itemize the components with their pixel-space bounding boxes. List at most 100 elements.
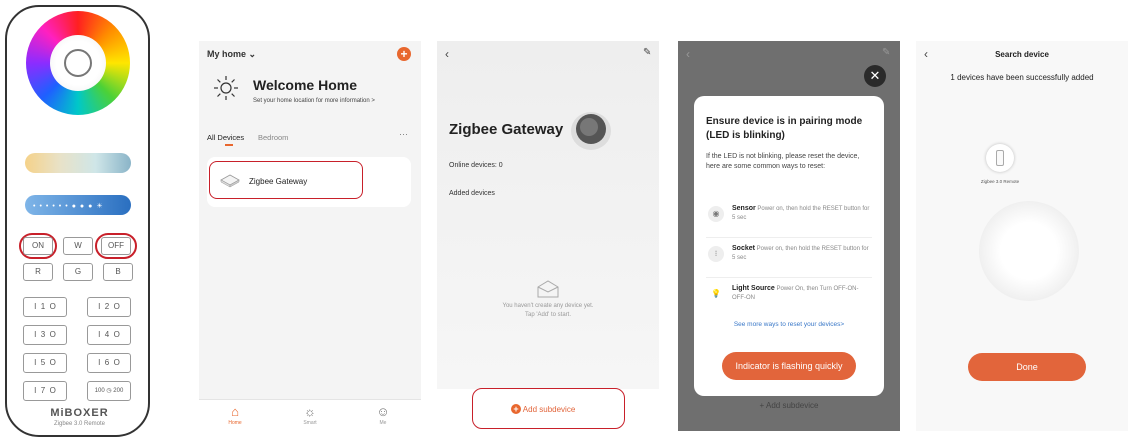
empty-message-line2: Tap 'Add' to start. [525, 312, 571, 318]
model-label: Zigbee 3.0 Remote [53, 421, 106, 427]
wheel-center-ring[interactable] [64, 49, 92, 77]
light-name: Light Source [732, 285, 775, 292]
socket-text: Socket Power on, then hold the RESET but… [732, 244, 872, 263]
sensor-text: Sensor Power on, then hold the RESET but… [732, 204, 872, 223]
online-devices: Online devices: 0 [449, 162, 503, 169]
remote-icon [996, 150, 1004, 166]
tab-smart[interactable]: ☼ Smart [290, 404, 330, 426]
zone-label: 2 [104, 302, 110, 311]
socket-icon: ⁝ [708, 246, 724, 262]
wheel-center [50, 35, 106, 91]
green-button[interactable]: G [63, 263, 93, 281]
zone-4-button[interactable]: I 4 O [87, 325, 131, 345]
preset-100: 100 [94, 388, 105, 394]
home-selector-label: My home [207, 49, 247, 59]
search-status: 1 devices have been successfully added [950, 73, 1094, 82]
tab-active-indicator [225, 144, 233, 146]
bulb-icon: 💡 [708, 286, 724, 302]
search-radar [979, 201, 1079, 301]
screen-search-device: ‹ Search device 1 devices have been succ… [916, 41, 1128, 431]
zone-3-button[interactable]: I 3 O [23, 325, 67, 345]
brightness-bar[interactable]: ••••••●●●☀ [25, 195, 131, 215]
bottom-tab-bar: ⌂ Home ☼ Smart ☺ Me [199, 399, 421, 431]
welcome-title: Welcome Home [253, 77, 357, 93]
more-icon[interactable]: ··· [399, 129, 408, 139]
zone-label: 3 [40, 330, 46, 339]
brightness-preset-button[interactable]: 100 ◷ 200 [87, 381, 131, 401]
chevron-down-icon: ⌄ [248, 49, 257, 59]
pairing-modal: Ensure device is in pairing mode (LED is… [694, 96, 884, 396]
more-reset-ways-link[interactable]: See more ways to reset your devices> [694, 321, 884, 328]
off-button[interactable]: OFF [101, 237, 131, 255]
add-subdevice-label: Add subdevice [522, 405, 576, 414]
tab-all-devices[interactable]: All Devices [207, 133, 244, 142]
home-icon: ⌂ [231, 404, 239, 419]
red-button[interactable]: R [23, 263, 53, 281]
sun-icon: ☼ [304, 404, 316, 419]
screen-gateway: ‹ ✎ Zigbee Gateway Online devices: 0 Add… [437, 41, 659, 431]
reset-item-socket: ⁝ Socket Power on, then hold the RESET b… [706, 238, 872, 278]
reset-item-light: 💡 Light Source Power On, then Turn OFF-O… [706, 278, 872, 318]
indicator-flashing-button[interactable]: Indicator is flashing quickly [722, 352, 856, 380]
device-card[interactable]: Zigbee Gateway [207, 157, 411, 207]
zone-6-button[interactable]: I 6 O [87, 353, 131, 373]
tab-bedroom[interactable]: Bedroom [258, 133, 288, 142]
gateway-icon [220, 174, 240, 188]
edit-icon[interactable]: ✎ [643, 47, 651, 58]
zone-2-button[interactable]: I 2 O [87, 297, 131, 317]
back-icon[interactable]: ‹ [445, 47, 449, 61]
add-subdevice-bg: + Add subdevice [759, 401, 819, 410]
back-icon: ‹ [686, 47, 690, 61]
zone-1-button[interactable]: I 1 O [23, 297, 67, 317]
empty-message-line1: You haven't create any device yet. [502, 303, 594, 309]
modal-title-line1: Ensure device is in pairing mode [706, 116, 863, 127]
zone-label: 5 [40, 358, 46, 367]
tab-me-label: Me [379, 420, 387, 426]
sun-icon [214, 76, 238, 100]
device-name: Zigbee Gateway [249, 177, 308, 186]
sensor-icon: ◉ [708, 206, 724, 222]
close-icon[interactable]: ✕ [864, 65, 886, 87]
on-button[interactable]: ON [23, 237, 53, 255]
add-device-button[interactable]: + [397, 47, 411, 61]
zone-label: 4 [104, 330, 110, 339]
add-subdevice-button[interactable]: + Add subdevice [511, 404, 575, 414]
search-title: Search device [995, 50, 1049, 59]
tab-home-label: Home [228, 420, 242, 426]
plus-icon: + [511, 404, 521, 414]
found-device-label: Zigbee 3.0 Remote [980, 179, 1020, 184]
preset-200: 200 [113, 388, 124, 394]
white-button[interactable]: W [63, 237, 93, 255]
gateway-device-image [571, 112, 611, 150]
modal-description: If the LED is not blinking, please reset… [706, 153, 860, 170]
zone-label: 1 [40, 302, 46, 311]
add-subdevice-bg-label: Add subdevice [765, 401, 819, 410]
sensor-name: Sensor [732, 205, 756, 212]
person-icon: ☺ [376, 404, 390, 419]
brand-logo: MiBOXER [50, 407, 109, 419]
color-temperature-bar[interactable] [25, 153, 131, 173]
zone-5-button[interactable]: I 5 O [23, 353, 67, 373]
tab-me[interactable]: ☺ Me [363, 404, 403, 426]
added-devices-label: Added devices [449, 190, 495, 197]
light-text: Light Source Power On, then Turn OFF-ON-… [732, 284, 872, 303]
gateway-title: Zigbee Gateway [449, 121, 564, 138]
zone-7-button[interactable]: I 7 O [23, 381, 67, 401]
color-wheel[interactable] [26, 11, 130, 115]
done-button[interactable]: Done [968, 353, 1086, 381]
reset-item-sensor: ◉ Sensor Power on, then hold the RESET b… [706, 198, 872, 238]
found-device-avatar [986, 144, 1014, 172]
edit-icon: ✎ [882, 47, 891, 58]
home-selector[interactable]: My home ⌄ [207, 49, 256, 60]
empty-box-icon [537, 280, 559, 298]
brightness-dots: ••••••●●●☀ [33, 203, 107, 210]
screen-pairing-modal: ‹ ✎ ✕ Ensure device is in pairing mode (… [678, 41, 900, 431]
socket-name: Socket [732, 245, 755, 252]
location-hint-link[interactable]: Set your home location for more informat… [253, 98, 375, 104]
tab-home[interactable]: ⌂ Home [215, 404, 255, 426]
tab-smart-label: Smart [303, 420, 317, 426]
screen-home: My home ⌄ + Welcome Home Set your home l… [199, 41, 421, 431]
blue-button[interactable]: B [103, 263, 133, 281]
zone-label: 7 [40, 386, 46, 395]
remote-control: ••••••●●●☀ ON W OFF R G B I 1 O I 2 O I … [5, 5, 150, 437]
